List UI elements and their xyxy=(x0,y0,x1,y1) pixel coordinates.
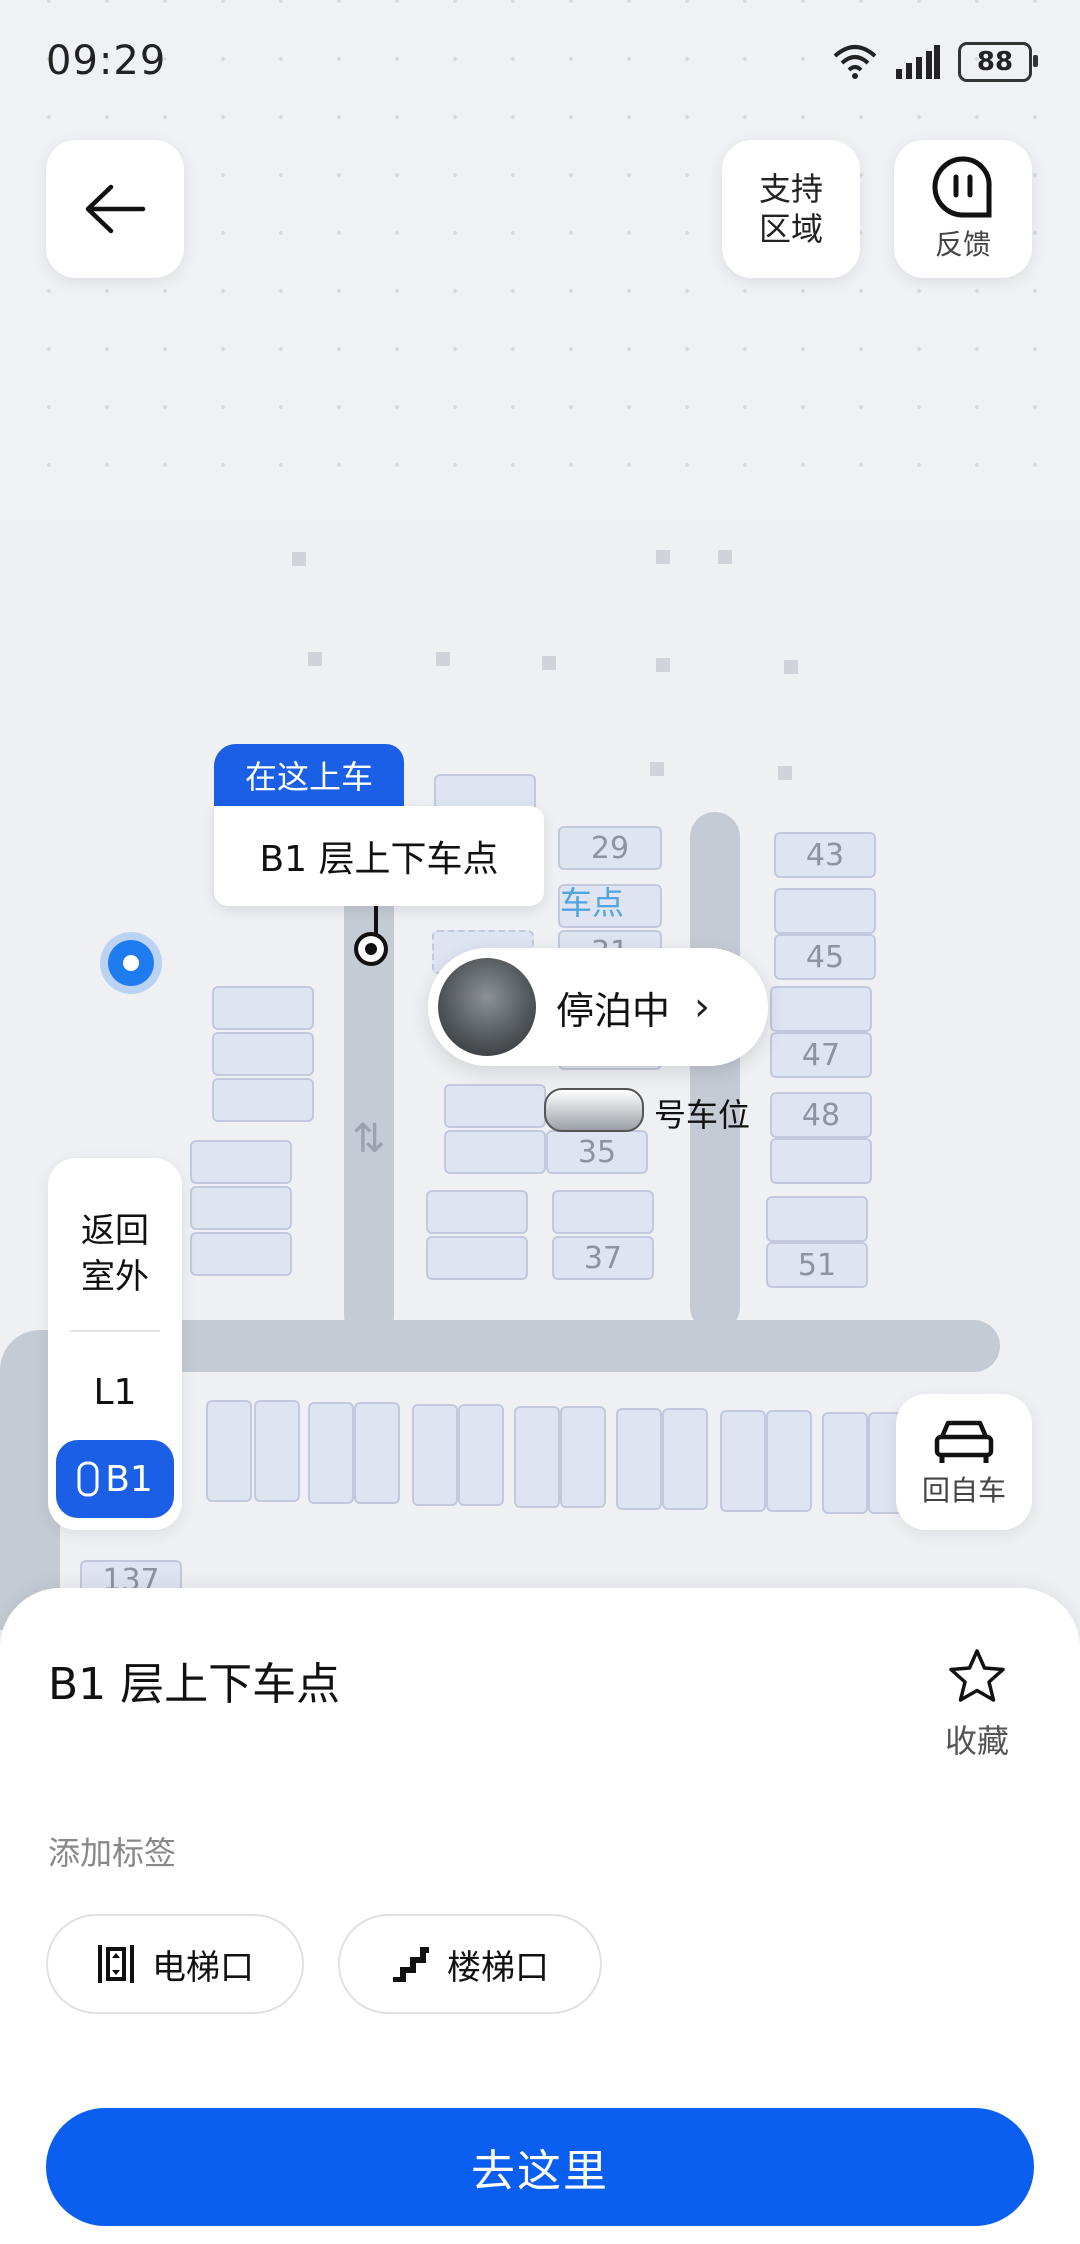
parking-slot xyxy=(770,1138,872,1184)
elevator-icon xyxy=(98,1945,134,1983)
go-here-button[interactable]: 去这里 xyxy=(46,2108,1034,2226)
parking-slot xyxy=(412,1404,458,1506)
parking-slot xyxy=(212,986,314,1030)
tag-elevator-label: 电梯口 xyxy=(152,1947,254,1988)
pillar xyxy=(784,660,798,674)
parking-slot: 47 xyxy=(770,1032,872,1078)
pillar xyxy=(542,656,556,670)
parked-car-card[interactable]: 停泊中 › xyxy=(428,948,768,1066)
parking-slot xyxy=(552,1190,654,1234)
stairs-icon xyxy=(393,1947,429,1982)
support-area-button[interactable]: 支持 区域 xyxy=(722,140,860,278)
parking-slot xyxy=(206,1400,252,1502)
parking-slot xyxy=(616,1408,662,1510)
direction-arrows-icon: ⇅ xyxy=(352,1116,386,1162)
pillar xyxy=(308,652,322,666)
parking-slot xyxy=(560,1406,606,1508)
return-outdoor-button[interactable]: 返回 室外 xyxy=(48,1208,182,1300)
pillar xyxy=(656,550,670,564)
parking-slot xyxy=(426,1190,528,1234)
parking-slot xyxy=(766,1196,868,1242)
parking-space-label: 号车位 xyxy=(654,1096,751,1134)
parking-slot: 29 xyxy=(558,826,662,870)
parking-slot xyxy=(426,1236,528,1280)
pickup-map-label: 车点 xyxy=(560,884,625,922)
feedback-label: 反馈 xyxy=(934,228,991,261)
feedback-icon xyxy=(932,156,992,218)
favorite-button[interactable]: 收藏 xyxy=(922,1648,1032,1762)
status-time: 09:29 xyxy=(46,38,167,84)
parking-slot xyxy=(190,1186,292,1230)
pillar xyxy=(778,766,792,780)
parking-slot xyxy=(720,1410,766,1512)
parking-slot: 51 xyxy=(766,1242,868,1288)
parking-slot: 43 xyxy=(774,832,876,878)
car-icon xyxy=(934,1420,994,1463)
favorite-label: 收藏 xyxy=(944,1722,1009,1760)
floor-selector: 返回 室外 L1 B1 xyxy=(48,1158,182,1530)
parking-slot xyxy=(774,888,876,934)
pillar xyxy=(436,652,450,666)
support-area-label: 支持 区域 xyxy=(758,170,823,248)
parking-slot xyxy=(190,1140,292,1184)
arrow-left-icon xyxy=(85,184,146,234)
floor-divider xyxy=(70,1330,160,1332)
parking-slot: 35 xyxy=(546,1130,648,1174)
bottom-sheet: B1 层上下车点 收藏 添加标签 电梯口 楼梯口 去这里 xyxy=(0,1588,1080,2244)
pickup-card[interactable]: B1 层上下车点 xyxy=(214,806,544,906)
chevron-right-icon: › xyxy=(694,984,711,1030)
return-to-car-label: 回自车 xyxy=(921,1474,1006,1507)
parking-slot: 37 xyxy=(552,1236,654,1280)
pickup-tag: 在这上车 xyxy=(214,744,404,806)
signal-icon xyxy=(896,45,940,79)
road-horizontal xyxy=(150,1320,1000,1372)
location-title: B1 层上下车点 xyxy=(48,1659,341,1710)
parking-slot xyxy=(444,1084,546,1128)
parking-slot xyxy=(662,1408,708,1510)
feedback-button[interactable]: 反馈 xyxy=(894,140,1032,278)
car-icon[interactable] xyxy=(544,1088,644,1132)
star-icon xyxy=(949,1649,1005,1702)
pillar xyxy=(656,658,670,672)
road-vertical-right xyxy=(690,812,740,1332)
pickup-pin-icon[interactable] xyxy=(354,932,388,966)
parked-car-photo xyxy=(438,958,536,1056)
parking-slot xyxy=(458,1404,504,1506)
parking-slot xyxy=(770,986,872,1032)
tag-stairs-label: 楼梯口 xyxy=(447,1947,549,1988)
parking-slot xyxy=(254,1400,300,1502)
parked-status: 停泊中 xyxy=(556,988,671,1033)
pillar xyxy=(292,552,306,566)
back-button[interactable] xyxy=(46,140,184,278)
parking-slot xyxy=(444,1130,546,1174)
add-tag-label: 添加标签 xyxy=(48,1834,177,1872)
parking-slot xyxy=(514,1406,560,1508)
parking-slot: 48 xyxy=(770,1092,872,1138)
parking-slot: 45 xyxy=(774,934,876,980)
parking-slot xyxy=(212,1032,314,1076)
parking-slot xyxy=(190,1232,292,1276)
pillar xyxy=(718,550,732,564)
parking-slot xyxy=(766,1410,812,1512)
floor-b1-label: B1 xyxy=(105,1458,153,1500)
floor-l1-button[interactable]: L1 xyxy=(48,1372,182,1413)
wifi-icon xyxy=(833,45,877,79)
parking-slot xyxy=(822,1412,868,1514)
status-bar: 09:29 88 xyxy=(0,0,1080,120)
battery-icon: 88 xyxy=(958,42,1038,82)
status-icons: 88 xyxy=(832,42,1038,82)
tag-stairs-button[interactable]: 楼梯口 xyxy=(338,1914,602,2014)
pillar xyxy=(650,762,664,776)
parking-slot xyxy=(354,1402,400,1504)
parking-slot xyxy=(212,1078,314,1122)
car-top-icon xyxy=(77,1461,99,1497)
parking-slot xyxy=(308,1402,354,1504)
floor-b1-button[interactable]: B1 xyxy=(56,1440,174,1518)
tag-elevator-button[interactable]: 电梯口 xyxy=(46,1914,304,2014)
user-location-icon xyxy=(108,940,154,986)
return-to-car-button[interactable]: 回自车 xyxy=(896,1394,1032,1530)
